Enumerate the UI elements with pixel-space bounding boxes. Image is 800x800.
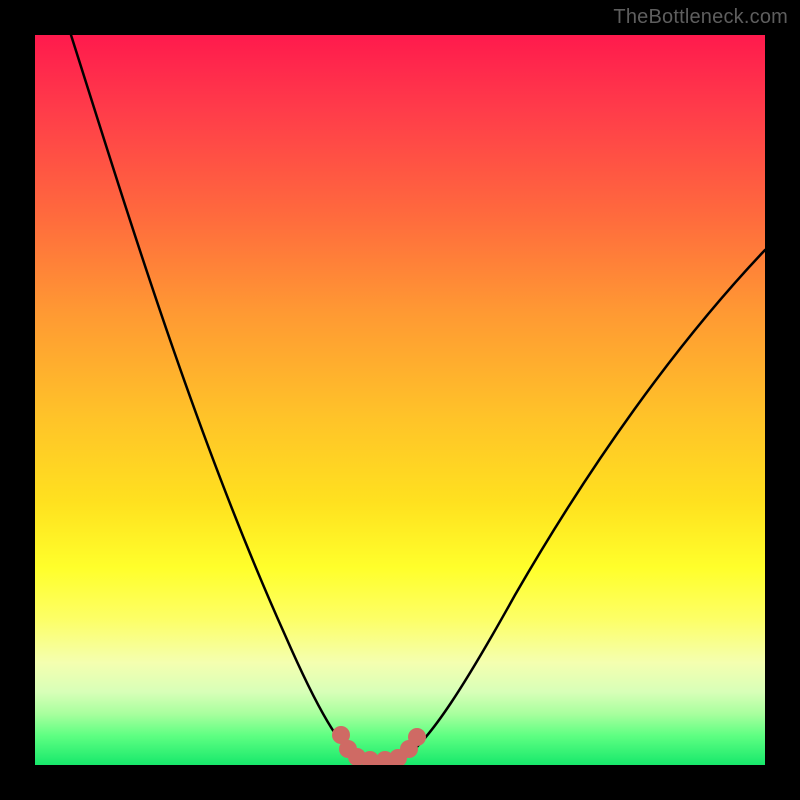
chart-frame: TheBottleneck.com — [0, 0, 800, 800]
trough-markers — [332, 726, 426, 765]
plot-area — [35, 35, 765, 765]
curve-layer — [35, 35, 765, 765]
curve-right — [405, 250, 765, 757]
curve-left — [71, 35, 355, 757]
watermark-text: TheBottleneck.com — [613, 6, 788, 29]
